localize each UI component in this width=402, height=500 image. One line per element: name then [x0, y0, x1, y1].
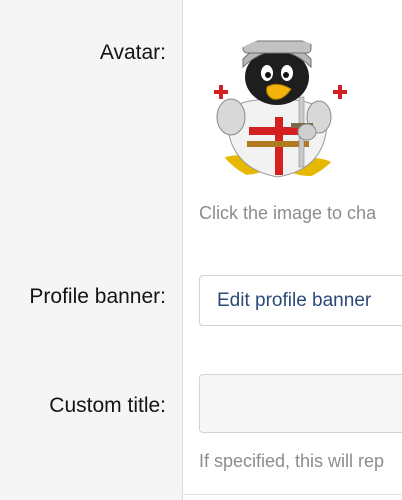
knight-penguin-avatar-icon	[214, 40, 347, 178]
custom-title-input[interactable]	[199, 374, 402, 433]
avatar-hint: Click the image to cha	[199, 203, 377, 223]
custom-title-label: Custom title:	[49, 394, 166, 417]
edit-profile-banner-button[interactable]: Edit profile banner	[199, 275, 402, 326]
avatar-image[interactable]	[207, 37, 353, 183]
custom-title-hint: If specified, this will rep	[199, 451, 385, 471]
avatar-label: Avatar:	[99, 41, 166, 64]
profile-banner-label: Profile banner:	[29, 285, 166, 308]
label-column	[0, 0, 183, 500]
divider	[182, 494, 402, 495]
